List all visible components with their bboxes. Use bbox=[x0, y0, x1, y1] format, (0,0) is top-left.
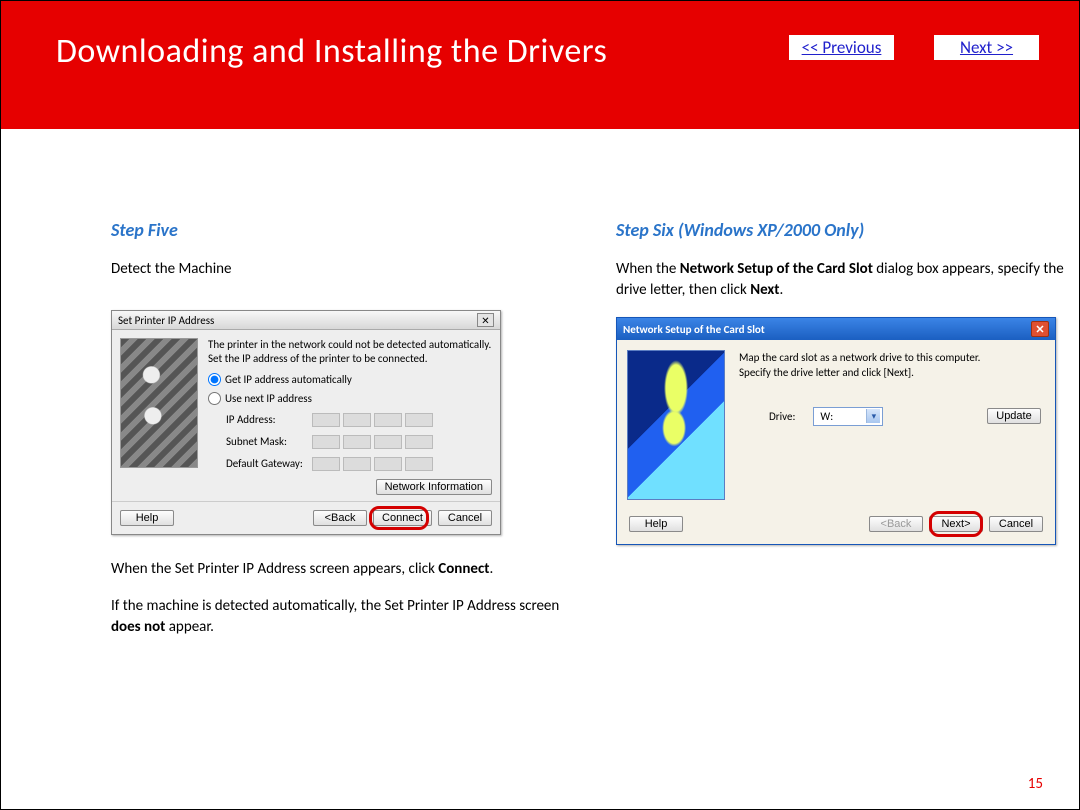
column-step-six: Step Six (Windows XP/2000 Only) When the… bbox=[616, 219, 1066, 654]
radio-manual-ip[interactable] bbox=[208, 392, 221, 405]
next-link[interactable]: Next >> bbox=[934, 35, 1039, 60]
dialog-description: Map the card slot as a network drive to … bbox=[739, 350, 1041, 381]
help-button[interactable]: Help bbox=[629, 516, 683, 532]
header-bar: Downloading and Installing the Drivers <… bbox=[1, 1, 1079, 129]
radio-manual-ip-label: Use next IP address bbox=[225, 392, 312, 405]
dialog-body: The printer in the network could not be … bbox=[112, 330, 500, 479]
page-title: Downloading and Installing the Drivers bbox=[56, 31, 607, 72]
next-button[interactable]: Next> bbox=[929, 516, 983, 532]
dialog-titlebar: Set Printer IP Address ✕ bbox=[112, 311, 500, 330]
content-area: Step Five Detect the Machine Set Printer… bbox=[1, 129, 1079, 654]
drive-select-value: W: bbox=[820, 410, 833, 423]
dialog-body: Map the card slot as a network drive to … bbox=[617, 340, 1055, 506]
step-five-intro: Detect the Machine bbox=[111, 259, 561, 280]
chevron-down-icon: ▾ bbox=[866, 409, 880, 423]
dialog-title: Network Setup of the Card Slot bbox=[623, 323, 765, 336]
close-icon[interactable]: ✕ bbox=[1031, 321, 1049, 337]
step-six-title: Step Six (Windows XP/2000 Only) bbox=[616, 219, 1066, 241]
dialog-title: Set Printer IP Address bbox=[118, 314, 214, 327]
back-button[interactable]: <Back bbox=[313, 510, 367, 526]
drive-select[interactable]: W: ▾ bbox=[813, 407, 883, 426]
help-button[interactable]: Help bbox=[120, 510, 174, 526]
dialog-illustration bbox=[627, 350, 725, 500]
column-step-five: Step Five Detect the Machine Set Printer… bbox=[111, 219, 561, 654]
cancel-button[interactable]: Cancel bbox=[989, 516, 1043, 532]
step-six-intro: When the Network Setup of the Card Slot … bbox=[616, 259, 1066, 301]
update-button[interactable]: Update bbox=[987, 408, 1041, 424]
step-five-title: Step Five bbox=[111, 219, 561, 241]
step-five-para1: When the Set Printer IP Address screen a… bbox=[111, 559, 561, 580]
cancel-button[interactable]: Cancel bbox=[438, 510, 492, 526]
connect-button[interactable]: Connect bbox=[373, 510, 432, 526]
ip-address-label: IP Address: bbox=[226, 413, 304, 426]
dialog-illustration bbox=[120, 338, 198, 468]
network-setup-card-slot-dialog: Network Setup of the Card Slot ✕ Map the… bbox=[616, 317, 1056, 545]
previous-link[interactable]: << Previous bbox=[789, 35, 894, 60]
dialog-description: The printer in the network could not be … bbox=[208, 338, 492, 367]
page-container: Downloading and Installing the Drivers <… bbox=[0, 0, 1080, 810]
default-gateway-field[interactable] bbox=[312, 457, 433, 471]
ip-address-field[interactable] bbox=[312, 413, 433, 427]
step-five-para2: If the machine is detected automatically… bbox=[111, 596, 561, 638]
page-number: 15 bbox=[1028, 775, 1043, 793]
nav-buttons: << Previous Next >> bbox=[789, 35, 1039, 60]
radio-auto-ip[interactable] bbox=[208, 373, 221, 386]
close-icon[interactable]: ✕ bbox=[477, 313, 494, 327]
network-information-button[interactable]: Network Information bbox=[376, 479, 492, 495]
drive-label: Drive: bbox=[769, 410, 795, 423]
back-button: <Back bbox=[869, 516, 923, 532]
radio-auto-ip-label: Get IP address automatically bbox=[225, 373, 352, 386]
set-printer-ip-dialog: Set Printer IP Address ✕ The printer in … bbox=[111, 310, 501, 535]
dialog-titlebar: Network Setup of the Card Slot ✕ bbox=[617, 318, 1055, 340]
subnet-mask-label: Subnet Mask: bbox=[226, 435, 304, 448]
default-gateway-label: Default Gateway: bbox=[226, 457, 304, 470]
subnet-mask-field[interactable] bbox=[312, 435, 433, 449]
